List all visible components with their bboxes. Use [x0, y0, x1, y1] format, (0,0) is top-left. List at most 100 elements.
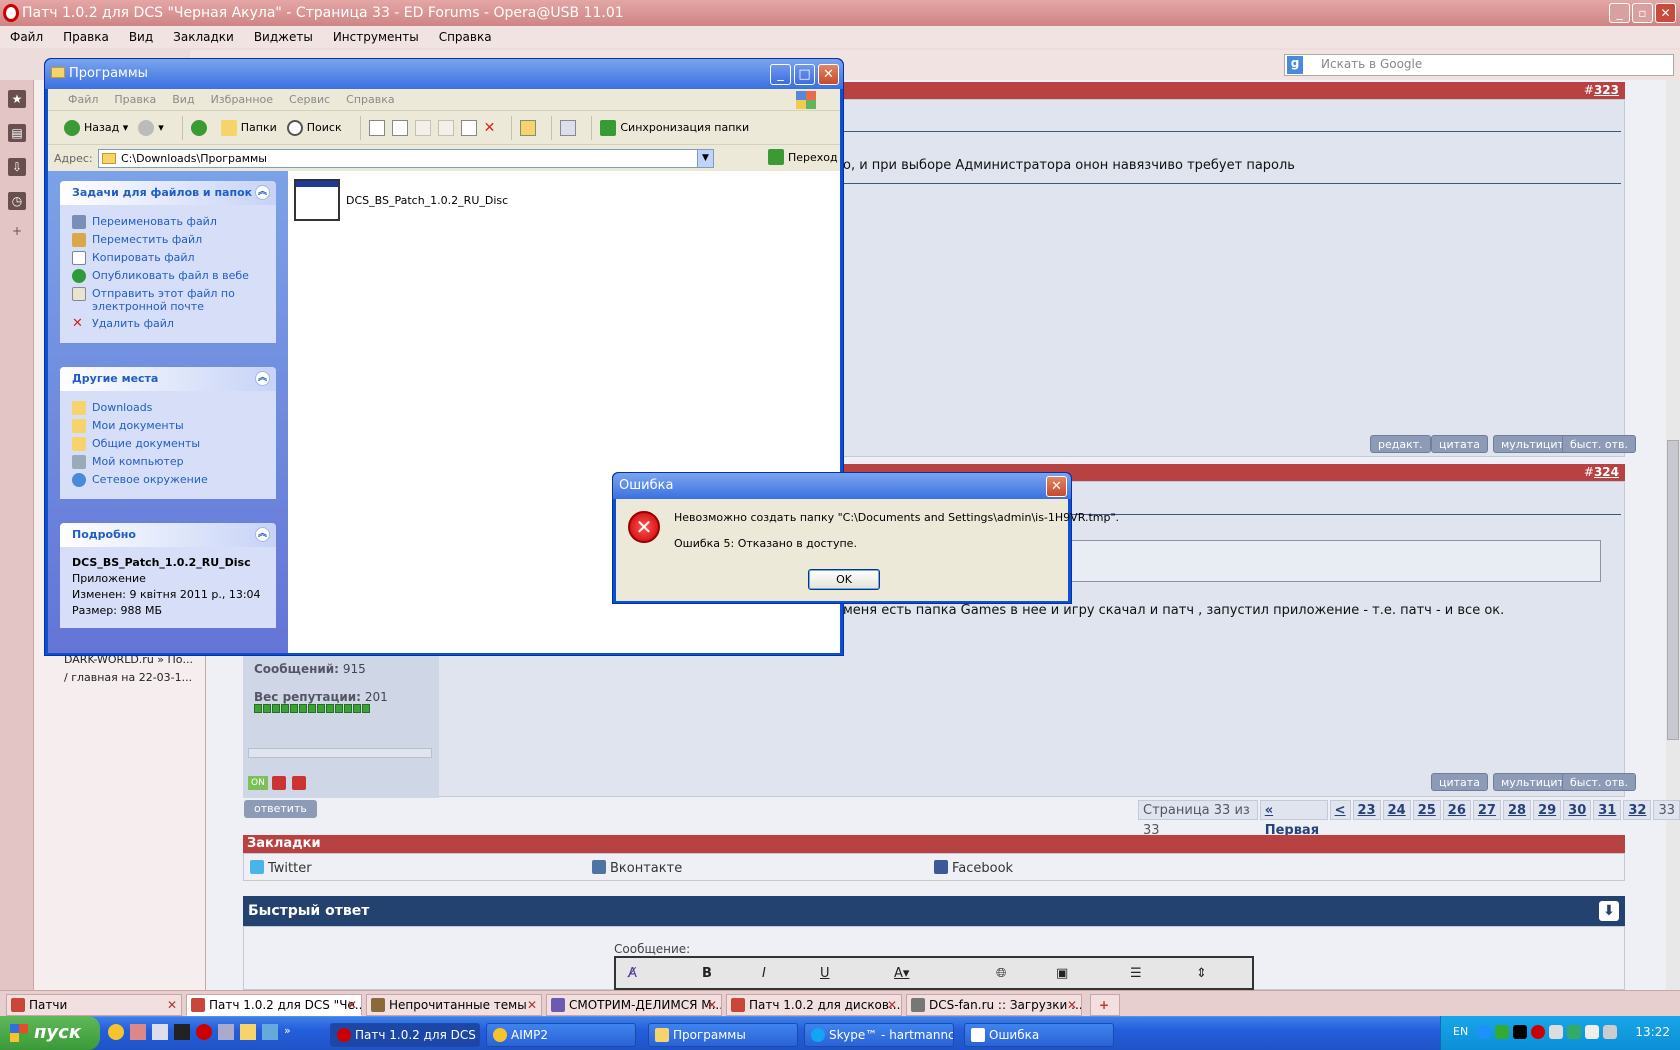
page-link[interactable]: 25 [1412, 800, 1441, 820]
menu-widgets[interactable]: Виджеты [254, 30, 313, 44]
taskbar-item-opera[interactable]: Патч 1.0.2 для DCS ... [330, 1023, 480, 1047]
quote-icon[interactable]: ☰ [1130, 966, 1142, 981]
place-my-computer[interactable]: Мой компьютер [72, 455, 266, 469]
menu-help[interactable]: Справка [439, 30, 492, 44]
collapse-icon[interactable]: ︽ [255, 185, 270, 200]
tab[interactable]: Непрочитанные темы ✕ [366, 994, 542, 1016]
report-icon[interactable] [272, 776, 286, 790]
quote-button[interactable]: цитата [1431, 773, 1488, 791]
details-header[interactable]: Подробно ︽ [60, 523, 276, 547]
tab-close-icon[interactable]: ✕ [527, 995, 537, 1015]
multiquote-button[interactable]: мультицит [1493, 773, 1572, 791]
taskbar-item-explorer[interactable]: Программы [648, 1023, 798, 1047]
app-icon[interactable] [174, 1024, 190, 1040]
tray-icon[interactable] [1495, 1025, 1509, 1039]
app-icon[interactable] [218, 1024, 234, 1040]
menu-file[interactable]: Файл [68, 93, 98, 106]
font-color-icon[interactable]: A▾ [894, 966, 909, 981]
paste-icon[interactable] [460, 119, 477, 136]
maximize-button[interactable]: ▫ [1632, 3, 1653, 23]
tab-close-icon[interactable]: ✕ [887, 995, 897, 1015]
tab[interactable]: Патчи ✕ [6, 994, 182, 1016]
tab[interactable]: СМОТРИМ-ДЕЛИМСЯ М... ✕ [546, 994, 722, 1016]
resize-icon[interactable]: ⇕ [1196, 966, 1207, 981]
page-link[interactable]: 24 [1382, 800, 1411, 820]
minimize-button[interactable]: _ [770, 64, 791, 85]
collapse-icon[interactable]: ⬇ [1599, 901, 1619, 921]
taskbar-item-error[interactable]: Ошибка [964, 1023, 1114, 1047]
menu-tools[interactable]: Сервис [289, 93, 330, 106]
taskbar-item-aimp[interactable]: AIMP2 [486, 1023, 636, 1047]
downloads-panel-icon[interactable]: ⇩ [8, 158, 26, 176]
copy-icon[interactable] [437, 119, 454, 136]
undo-icon[interactable] [520, 119, 537, 136]
remove-format-icon[interactable]: A̸ [628, 966, 637, 981]
place-network[interactable]: Сетевое окружение [72, 473, 266, 487]
menu-favorites[interactable]: Избранное [211, 93, 273, 106]
page-link[interactable]: 29 [1533, 800, 1562, 820]
folders-button[interactable]: Папки [220, 119, 277, 136]
copy-file-link[interactable]: Копировать файл [72, 251, 266, 265]
menu-edit[interactable]: Правка [63, 30, 109, 44]
warn-icon[interactable] [292, 776, 306, 790]
app-icon[interactable] [152, 1024, 168, 1040]
tray-icon[interactable] [1549, 1025, 1563, 1039]
maximize-button[interactable]: □ [794, 64, 815, 85]
menu-view[interactable]: Вид [129, 30, 153, 44]
menu-help[interactable]: Справка [346, 93, 394, 106]
explorer-title-bar[interactable]: Программы _ □ ✕ [45, 59, 843, 89]
expand-icon[interactable]: » [284, 1024, 291, 1044]
menu-view[interactable]: Вид [172, 93, 194, 106]
forward-button[interactable]: ▾ [138, 119, 164, 136]
add-panel-icon[interactable]: + [8, 222, 26, 240]
views-icon[interactable] [560, 119, 577, 136]
file-tasks-header[interactable]: Задачи для файлов и папок ︽ [60, 181, 276, 205]
place-my-documents[interactable]: Мои документы [72, 419, 266, 433]
ok-button[interactable]: OK [808, 569, 880, 590]
quote-button[interactable]: цитата [1431, 435, 1488, 453]
copy-to-icon[interactable] [391, 119, 408, 136]
bookmarks-panel-icon[interactable]: ★ [8, 90, 26, 108]
error-dialog-title-bar[interactable]: Ошибка ✕ [613, 473, 1071, 499]
page-link[interactable]: 23 [1352, 800, 1381, 820]
other-places-header[interactable]: Другие места ︽ [60, 367, 276, 391]
language-indicator[interactable]: EN [1453, 1025, 1468, 1038]
vkontakte-link[interactable]: Вконтакте [592, 860, 682, 876]
app-icon[interactable] [262, 1024, 278, 1040]
multiquote-button[interactable]: мультицит [1493, 435, 1572, 453]
tray-icon[interactable] [1531, 1025, 1545, 1039]
page-link[interactable]: 31 [1593, 800, 1622, 820]
rename-file-link[interactable]: Переименовать файл [72, 215, 266, 229]
underline-button[interactable]: U [820, 966, 830, 981]
notes-panel-icon[interactable]: ▤ [8, 124, 26, 142]
menu-tools[interactable]: Инструменты [333, 30, 419, 44]
tray-icon[interactable] [1567, 1025, 1581, 1039]
tab-close-icon[interactable]: ✕ [167, 995, 177, 1015]
menu-edit[interactable]: Правка [114, 93, 156, 106]
menu-file[interactable]: Файл [10, 30, 43, 44]
back-button[interactable]: Назад ▾ [64, 119, 128, 136]
delete-icon[interactable]: ✕ [484, 120, 496, 136]
minimize-button[interactable]: _ [1609, 3, 1630, 23]
twitter-link[interactable]: Twitter [250, 860, 312, 876]
quick-reply-button[interactable]: быст. отв. [1562, 773, 1637, 791]
address-input[interactable]: C:\Downloads\Программы ▼ [98, 149, 714, 168]
tray-icon[interactable] [1477, 1025, 1491, 1039]
volume-icon[interactable] [1603, 1025, 1617, 1039]
edit-button[interactable]: редакт. [1370, 435, 1431, 453]
collapse-icon[interactable]: ︽ [255, 371, 270, 386]
opera-icon[interactable] [196, 1024, 212, 1040]
tray-icon[interactable] [1585, 1025, 1599, 1039]
app-icon[interactable] [130, 1024, 146, 1040]
facebook-link[interactable]: Facebook [934, 860, 1013, 876]
tab-close-icon[interactable]: ✕ [707, 995, 717, 1015]
email-file-link[interactable]: Отправить этот файл по электронной почте [72, 287, 266, 313]
move-file-link[interactable]: Переместить файл [72, 233, 266, 247]
page-link[interactable]: 27 [1472, 800, 1501, 820]
google-search-input[interactable]: g Искать в Google [1284, 54, 1674, 76]
tab-close-icon[interactable]: ✕ [1067, 995, 1077, 1015]
close-button[interactable]: ✕ [818, 64, 839, 85]
publish-file-link[interactable]: Опубликовать файл в вебе [72, 269, 266, 283]
post-number-link[interactable]: 324 [1594, 465, 1619, 479]
place-shared-documents[interactable]: Общие документы [72, 437, 266, 451]
